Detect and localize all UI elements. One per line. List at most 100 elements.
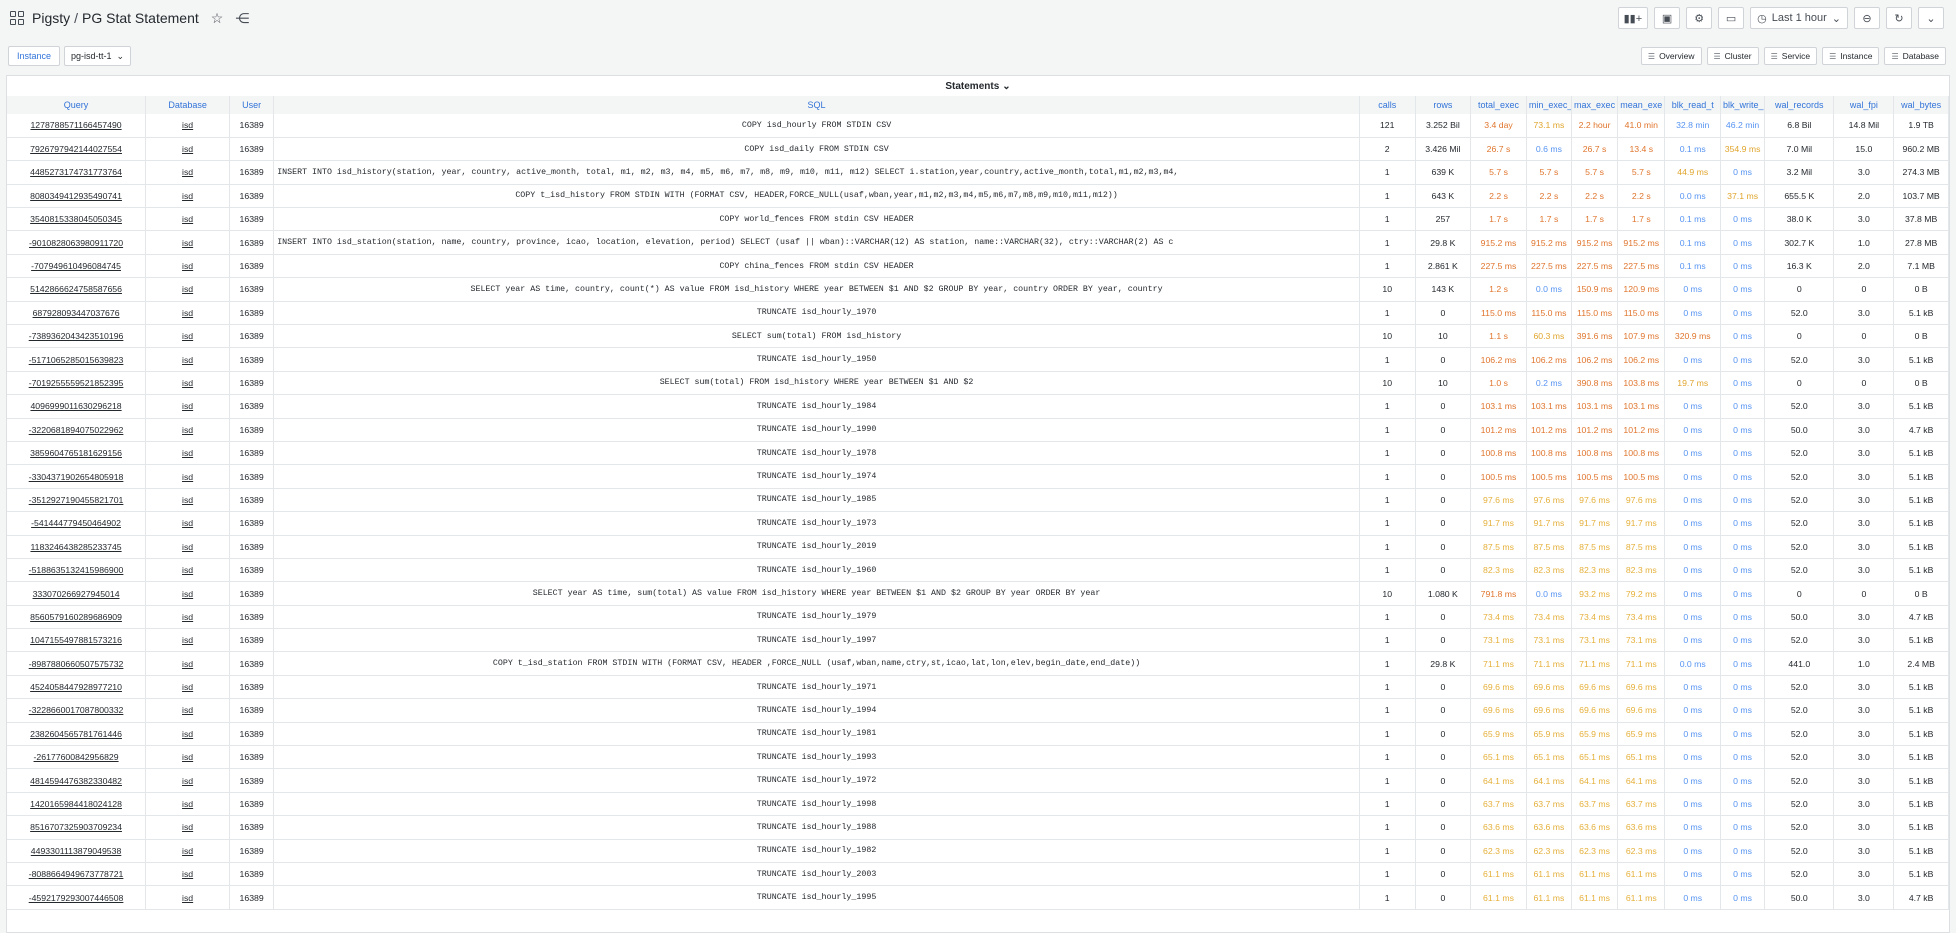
database-link[interactable]: isd (145, 581, 231, 606)
query-id-link[interactable]: 5142866624758587656 (7, 277, 147, 302)
column-header-wal_records[interactable]: wal_records (1764, 96, 1835, 114)
database-link[interactable]: isd (145, 137, 231, 162)
query-id-link[interactable]: -4592179293007446508 (7, 885, 147, 910)
database-link[interactable]: isd (145, 394, 231, 419)
database-link[interactable]: isd (145, 605, 231, 630)
column-header-calls[interactable]: calls (1359, 96, 1416, 114)
query-id-link[interactable]: -26177600842956829 (7, 745, 147, 770)
database-link[interactable]: isd (145, 628, 231, 653)
instance-variable-select[interactable]: pg-isd-tt-1 ⌄ (64, 46, 132, 66)
page-title[interactable]: PG Stat Statement (82, 10, 199, 26)
panel-title[interactable]: Statements ⌄ (7, 76, 1949, 96)
database-link[interactable]: isd (145, 722, 231, 747)
time-picker[interactable]: ◷ Last 1 hour ⌄ (1750, 7, 1848, 29)
query-id-link[interactable]: -707949610496084745 (7, 254, 147, 279)
query-id-link[interactable]: -5171065285015639823 (7, 347, 147, 372)
query-id-link[interactable]: -3512927190455821701 (7, 488, 147, 513)
database-link[interactable]: isd (145, 418, 231, 442)
database-link[interactable]: isd (145, 347, 231, 372)
column-header-database[interactable]: Database (145, 96, 231, 114)
database-link[interactable]: isd (145, 114, 231, 138)
database-link[interactable]: isd (145, 371, 231, 396)
column-header-min_exec[interactable]: min_exec_ (1526, 96, 1572, 114)
link-database[interactable]: ☰ Database (1884, 47, 1946, 65)
query-id-link[interactable]: 8080349412935490741 (7, 184, 147, 209)
query-id-link[interactable]: -8088664949673778721 (7, 862, 147, 887)
database-link[interactable]: isd (145, 511, 231, 536)
query-id-link[interactable]: -7389362043423510196 (7, 324, 147, 349)
column-header-user[interactable]: User (229, 96, 275, 114)
query-id-link[interactable]: 7926797942144027554 (7, 137, 147, 162)
database-link[interactable]: isd (145, 792, 231, 817)
dashboard-settings-button[interactable]: ⚙ (1686, 7, 1713, 29)
column-header-query[interactable]: Query (7, 96, 147, 114)
query-id-link[interactable]: 2382604565781761446 (7, 722, 147, 747)
column-header-mean_exe[interactable]: mean_exe (1617, 96, 1666, 114)
database-link[interactable]: isd (145, 324, 231, 349)
apps-icon[interactable] (10, 11, 24, 25)
query-id-link[interactable]: 3540815338045050345 (7, 207, 147, 232)
database-link[interactable]: isd (145, 160, 231, 185)
link-service[interactable]: ☰ Service (1763, 47, 1818, 65)
query-id-link[interactable]: 4096999011630296218 (7, 394, 147, 419)
query-id-link[interactable]: -3304371902654805918 (7, 464, 147, 489)
database-link[interactable]: isd (145, 254, 231, 279)
database-link[interactable]: isd (145, 651, 231, 676)
zoom-out-button[interactable]: ⊖ (1854, 7, 1880, 29)
add-panel-button[interactable]: ▮▮+ (1617, 7, 1649, 29)
query-id-link[interactable]: 1183246438285233745 (7, 535, 147, 559)
database-link[interactable]: isd (145, 535, 231, 559)
refresh-interval-button[interactable]: ⌄ (1918, 7, 1944, 29)
query-id-link[interactable]: 4485273174731773764 (7, 160, 147, 185)
query-id-link[interactable]: 4814594476382330482 (7, 768, 147, 793)
query-id-link[interactable]: 1420165984418024128 (7, 792, 147, 817)
save-dashboard-button[interactable]: ▣ (1654, 7, 1681, 29)
database-link[interactable]: isd (145, 698, 231, 723)
refresh-button[interactable]: ↻ (1886, 7, 1912, 29)
query-id-link[interactable]: -3220681894075022962 (7, 418, 147, 442)
column-header-wal_fpi[interactable]: wal_fpi (1833, 96, 1895, 114)
column-header-blk_read_t[interactable]: blk_read_t (1664, 96, 1722, 114)
link-instance[interactable]: ☰ Instance (1822, 47, 1880, 65)
query-id-link[interactable]: 3859604765181629156 (7, 441, 147, 466)
query-id-link[interactable]: -3228660017087800332 (7, 698, 147, 723)
column-header-rows[interactable]: rows (1415, 96, 1472, 114)
database-link[interactable]: isd (145, 839, 231, 864)
query-id-link[interactable]: -541444779450464902 (7, 511, 147, 536)
database-link[interactable]: isd (145, 207, 231, 232)
star-icon[interactable]: ☆ (211, 10, 224, 27)
query-id-link[interactable]: 4524058447928977210 (7, 675, 147, 700)
link-overview[interactable]: ☰ Overview (1640, 47, 1702, 65)
query-id-link[interactable]: 1047155497881573216 (7, 628, 147, 653)
database-link[interactable]: isd (145, 184, 231, 209)
database-link[interactable]: isd (145, 862, 231, 887)
database-link[interactable]: isd (145, 558, 231, 583)
tv-mode-button[interactable]: ▭ (1718, 7, 1745, 29)
database-link[interactable]: isd (145, 768, 231, 793)
breadcrumb-root[interactable]: Pigsty (32, 10, 70, 26)
query-id-link[interactable]: -5188635132415986900 (7, 558, 147, 583)
share-icon[interactable]: ⋲ (235, 10, 249, 27)
query-id-link[interactable]: 687928093447037676 (7, 301, 147, 326)
query-id-link[interactable]: 8560579160289686909 (7, 605, 147, 630)
query-id-link[interactable]: 4493301113879049538 (7, 839, 147, 864)
database-link[interactable]: isd (145, 277, 231, 302)
column-header-max_exec[interactable]: max_exec (1571, 96, 1619, 114)
database-link[interactable]: isd (145, 815, 231, 840)
database-link[interactable]: isd (145, 441, 231, 466)
query-id-link[interactable]: -7019255559521852395 (7, 371, 147, 396)
database-link[interactable]: isd (145, 675, 231, 700)
database-link[interactable]: isd (145, 301, 231, 326)
database-link[interactable]: isd (145, 488, 231, 513)
column-header-sql[interactable]: SQL (273, 96, 1360, 114)
query-id-link[interactable]: -9010828063980911720 (7, 230, 147, 255)
database-link[interactable]: isd (145, 885, 231, 910)
query-id-link[interactable]: 333070266927945014 (7, 581, 147, 606)
link-cluster[interactable]: ☰ Cluster (1706, 47, 1759, 65)
column-header-total_exec[interactable]: total_exec (1470, 96, 1527, 114)
query-id-link[interactable]: 8516707325903709234 (7, 815, 147, 840)
query-id-link[interactable]: -8987880660507575732 (7, 651, 147, 676)
database-link[interactable]: isd (145, 230, 231, 255)
column-header-wal_bytes[interactable]: wal_bytes (1893, 96, 1949, 114)
query-id-link[interactable]: 1278788571166457490 (7, 114, 147, 138)
